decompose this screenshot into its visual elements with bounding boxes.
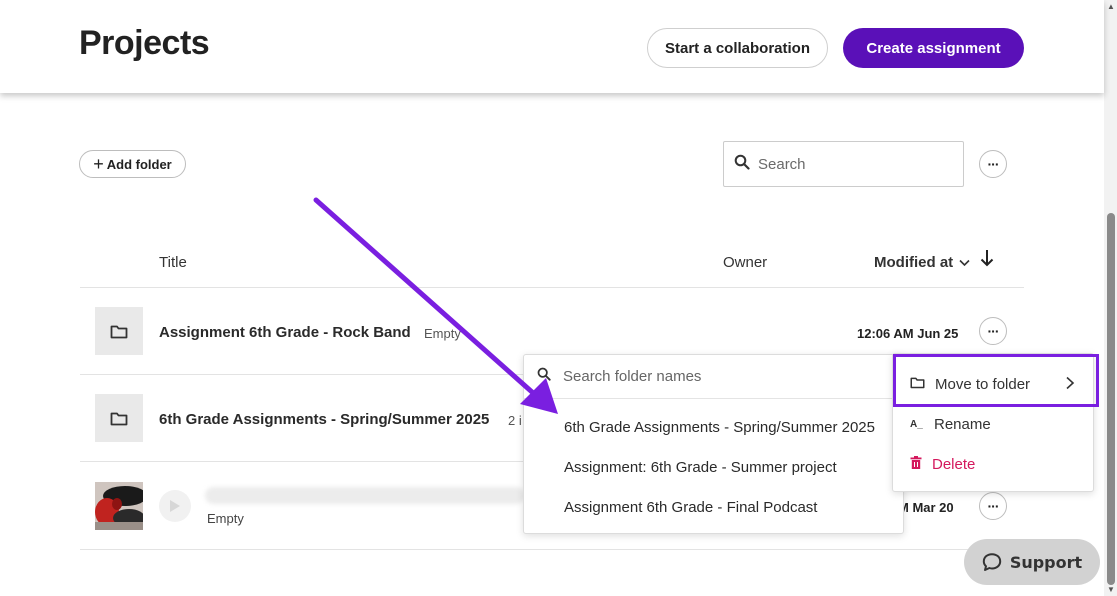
toolbar-more-button[interactable]: ···: [979, 150, 1007, 178]
trash-icon: [910, 455, 922, 473]
folder-icon: [110, 412, 128, 425]
search-icon: [537, 367, 551, 386]
folder-search[interactable]: [524, 355, 903, 399]
row-context-menu: Move to folder A_ Rename Delete: [892, 353, 1094, 492]
search-icon: [734, 154, 750, 175]
play-button[interactable]: [159, 490, 191, 522]
project-search[interactable]: [723, 141, 964, 187]
row-status: 2 i: [508, 413, 522, 428]
rename-label: Rename: [934, 415, 991, 433]
folder-search-input[interactable]: [563, 368, 863, 385]
column-header-title[interactable]: Title: [159, 254, 187, 271]
folder-option[interactable]: Assignment: 6th Grade - Summer project: [564, 459, 837, 476]
rename-item[interactable]: A_ Rename: [893, 406, 1093, 442]
row-status: Empty: [424, 326, 461, 341]
folder-option[interactable]: 6th Grade Assignments - Spring/Summer 20…: [564, 419, 875, 436]
chevron-down-icon[interactable]: [959, 255, 970, 270]
move-to-folder-label: Move to folder: [935, 375, 1031, 393]
delete-label: Delete: [932, 455, 976, 473]
search-input[interactable]: [758, 155, 948, 173]
start-collaboration-button[interactable]: Start a collaboration: [647, 28, 828, 68]
chevron-right-icon: [1065, 376, 1075, 394]
add-folder-button[interactable]: + Add folder: [79, 150, 186, 178]
column-header-owner[interactable]: Owner: [723, 254, 767, 271]
column-header-modified[interactable]: Modified at: [874, 254, 970, 271]
page-header: Projects Start a collaboration Create as…: [0, 0, 1104, 93]
row-status: Empty: [207, 511, 244, 526]
page-scrollbar[interactable]: ▲ ▼: [1104, 0, 1117, 596]
row-more-button[interactable]: ···: [979, 317, 1007, 345]
plus-icon: +: [93, 154, 104, 174]
chat-bubble-icon: [982, 553, 1002, 571]
table-divider: [80, 549, 1024, 550]
project-thumbnail[interactable]: [95, 482, 143, 530]
row-more-button[interactable]: ···: [979, 492, 1007, 520]
folder-icon: [910, 376, 925, 393]
support-button[interactable]: Support: [964, 539, 1100, 585]
move-to-folder-item[interactable]: Move to folder: [893, 366, 1093, 402]
row-title[interactable]: Assignment 6th Grade - Rock Band: [159, 324, 411, 341]
folder-icon: [110, 325, 128, 338]
scroll-down-icon[interactable]: ▼: [1107, 585, 1115, 594]
move-to-folder-dropdown: 6th Grade Assignments - Spring/Summer 20…: [523, 354, 904, 534]
scrollbar-thumb[interactable]: [1107, 213, 1115, 585]
delete-item[interactable]: Delete: [893, 446, 1093, 482]
modified-label: Modified at: [874, 254, 954, 271]
folder-thumbnail[interactable]: [95, 307, 143, 355]
sort-arrow-icon[interactable]: [980, 249, 994, 272]
folder-thumbnail[interactable]: [95, 394, 143, 442]
rename-icon: A_: [910, 418, 923, 430]
create-assignment-button[interactable]: Create assignment: [843, 28, 1024, 68]
scroll-up-icon[interactable]: ▲: [1107, 2, 1115, 11]
table-divider: [80, 287, 1024, 288]
page-title: Projects: [79, 24, 210, 62]
row-title[interactable]: 6th Grade Assignments - Spring/Summer 20…: [159, 411, 489, 428]
blurred-title: [205, 487, 525, 504]
add-folder-label: Add folder: [106, 156, 172, 172]
play-icon: [170, 500, 180, 512]
support-label: Support: [1009, 552, 1083, 572]
row-modified-date: M Mar 20: [898, 500, 954, 515]
row-modified-date: 12:06 AM Jun 25: [857, 326, 959, 341]
folder-option[interactable]: Assignment 6th Grade - Final Podcast: [564, 499, 817, 516]
